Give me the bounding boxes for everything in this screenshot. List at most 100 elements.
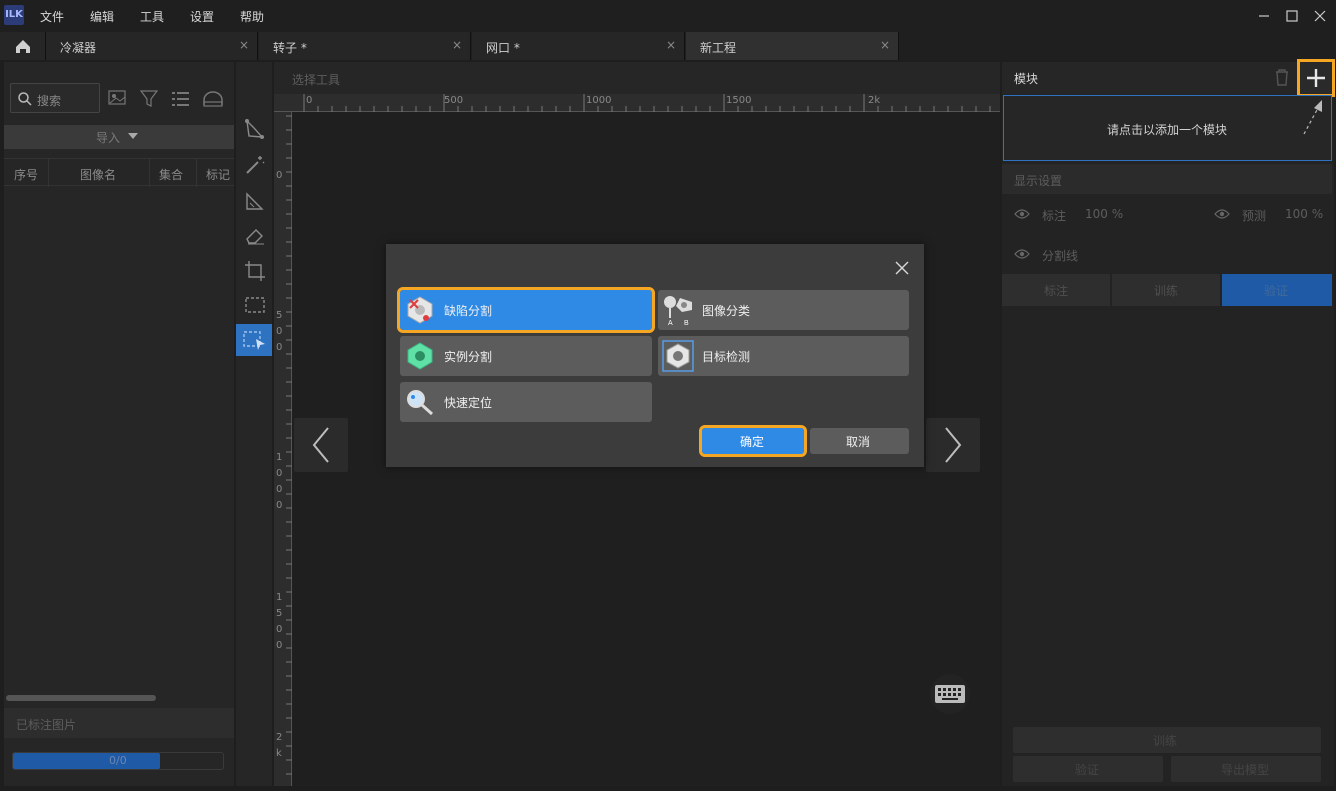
title-bar: ILK 文件 编辑 工具 设置 帮助: [0, 0, 1336, 32]
ruler-label: 5: [276, 608, 283, 619]
eye-icon[interactable]: [1014, 248, 1030, 260]
ruler-label: 1500: [726, 95, 752, 106]
ruler-label: 1: [276, 452, 283, 463]
option-label: 目标检测: [702, 350, 751, 364]
chevron-right-icon: [945, 427, 962, 463]
tab-training[interactable]: 训练: [1112, 274, 1220, 306]
dialog-close-icon[interactable]: [892, 258, 912, 278]
tab-close-icon[interactable]: ×: [452, 38, 462, 52]
top-ruler: 0 500 1000 1500 2k: [274, 94, 1000, 112]
search-icon: [18, 92, 32, 106]
image-classification-icon: AB: [664, 296, 692, 326]
cancel-button[interactable]: 取消: [810, 428, 909, 454]
menu-edit[interactable]: 编辑: [90, 8, 114, 25]
svg-text:A: A: [668, 320, 673, 326]
dashed-arrow-icon: [1303, 100, 1322, 135]
select-tool-button[interactable]: [236, 324, 272, 356]
eraser-icon[interactable]: [244, 224, 266, 246]
rectangle-select-icon[interactable]: [244, 294, 266, 316]
search-input[interactable]: 搜索: [10, 83, 100, 113]
tab-rotor[interactable]: 转子 * ×: [259, 32, 471, 60]
instance-segmentation-icon: [407, 342, 433, 370]
segmentation-line-label: 分割线: [1042, 249, 1079, 263]
ruler-label: 0: [276, 468, 283, 479]
prediction-opacity[interactable]: 100 %: [1285, 207, 1323, 221]
column-mark[interactable]: 标记: [206, 166, 230, 183]
tab-label: 网口 *: [486, 41, 520, 55]
list-view-icon[interactable]: [171, 90, 191, 108]
ruler-label: 0: [306, 95, 313, 106]
tab-label: 冷凝器: [60, 41, 97, 55]
option-image-classification[interactable]: AB 图像分类: [658, 290, 909, 330]
tab-label: 转子 *: [273, 41, 307, 55]
next-image-button[interactable]: [926, 418, 980, 472]
add-module-area[interactable]: 请点击以添加一个模块: [1003, 95, 1332, 161]
polygon-tool-icon[interactable]: [244, 118, 266, 140]
minimize-icon[interactable]: [1256, 8, 1272, 24]
tab-close-icon[interactable]: ×: [239, 38, 249, 52]
select-tool-icon: [243, 331, 265, 350]
column-image-name[interactable]: 图像名: [80, 166, 116, 183]
column-index[interactable]: 序号: [14, 166, 38, 183]
confirm-button[interactable]: 确定: [699, 425, 807, 457]
progress-fill: [13, 753, 160, 769]
left-ruler: 0 5 0 0 1 0 0 0 1 5 0 0 2 k: [274, 112, 292, 786]
gauge-icon[interactable]: [202, 90, 224, 108]
module-title: 模块: [1014, 72, 1039, 86]
tab-network-port[interactable]: 网口 * ×: [472, 32, 685, 60]
labeled-images-section: 已标注图片: [4, 708, 234, 738]
verify-button[interactable]: 验证: [1013, 756, 1163, 782]
column-set[interactable]: 集合: [159, 166, 183, 183]
plus-icon: [1307, 69, 1325, 87]
add-module-button[interactable]: [1297, 59, 1335, 97]
tab-condenser[interactable]: 冷凝器 ×: [46, 32, 258, 60]
menu-help[interactable]: 帮助: [240, 8, 264, 25]
option-object-detection[interactable]: 目标检测: [658, 336, 909, 376]
eye-icon[interactable]: [1014, 208, 1030, 220]
export-model-button[interactable]: 导出模型: [1171, 756, 1321, 782]
verify-label: 验证: [1075, 763, 1100, 777]
menu-file[interactable]: 文件: [40, 8, 64, 25]
select-tool-label: 选择工具: [292, 73, 341, 87]
option-defect-segmentation[interactable]: 缺陷分割: [397, 287, 655, 333]
svg-text:B: B: [684, 320, 689, 326]
eye-icon[interactable]: [1214, 208, 1230, 220]
ruler-label: 5: [276, 310, 283, 321]
keyboard-shortcuts-icon[interactable]: [930, 674, 970, 714]
tab-label: 标注: [1044, 284, 1069, 298]
magic-wand-icon[interactable]: [244, 154, 266, 176]
crop-tool-icon[interactable]: [244, 260, 266, 282]
tab-validation[interactable]: 验证: [1222, 274, 1332, 306]
progress-text: 0/0: [109, 754, 127, 767]
tab-label: 新工程: [700, 41, 737, 55]
menu-settings[interactable]: 设置: [190, 8, 214, 25]
tool-column: [236, 62, 272, 786]
trash-icon[interactable]: [1274, 68, 1290, 86]
cancel-label: 取消: [846, 435, 871, 449]
option-instance-segmentation[interactable]: 实例分割: [400, 336, 652, 376]
object-detection-icon: [662, 340, 694, 372]
app-logo: ILK: [4, 5, 24, 25]
import-button[interactable]: 导入: [4, 125, 234, 149]
close-window-icon[interactable]: [1312, 8, 1328, 24]
previous-image-button[interactable]: [294, 418, 348, 472]
annotation-opacity[interactable]: 100 %: [1085, 207, 1123, 221]
ruler-label: 2k: [868, 95, 881, 106]
option-fast-positioning[interactable]: 快速定位: [400, 382, 652, 422]
tab-new-project[interactable]: 新工程 ×: [686, 32, 899, 60]
image-filter-icon[interactable]: [108, 90, 128, 106]
ruler-label: 0: [276, 342, 283, 353]
train-button[interactable]: 训练: [1013, 727, 1321, 753]
menu-tools[interactable]: 工具: [140, 8, 164, 25]
brush-tool-icon[interactable]: [244, 190, 266, 212]
ruler-label: 0: [276, 170, 283, 181]
home-icon[interactable]: [0, 32, 46, 60]
horizontal-scrollbar[interactable]: [6, 695, 156, 701]
ruler-label: 0: [276, 326, 283, 337]
filter-icon[interactable]: [140, 90, 158, 108]
tab-close-icon[interactable]: ×: [666, 38, 676, 52]
maximize-icon[interactable]: [1284, 8, 1300, 24]
tab-close-icon[interactable]: ×: [880, 38, 890, 52]
tab-annotation[interactable]: 标注: [1002, 274, 1110, 306]
labeling-progress-bar: 0/0: [12, 752, 224, 770]
